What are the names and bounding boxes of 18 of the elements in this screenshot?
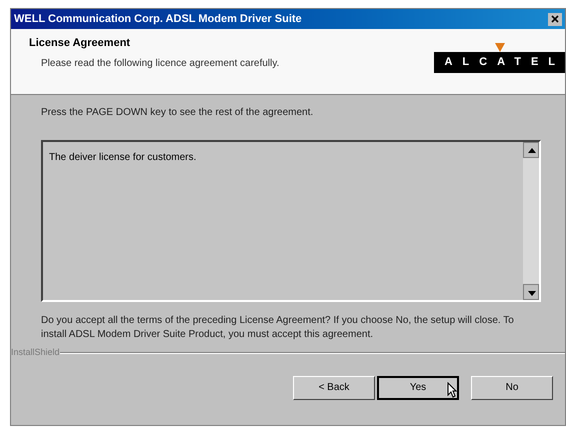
instruction-text: Press the PAGE DOWN key to see the rest of the agreement. [41, 106, 314, 120]
installshield-label: InstallShield [11, 346, 60, 359]
triangle-icon [494, 43, 505, 52]
question-text: Do you accept all the terms of the preceding License Agreement? If you choose No, the setup will close. To install ADSL Modem Driver Suite Product, you must accept this agreement. [41, 314, 515, 342]
cursor-icon [447, 382, 457, 398]
window-title: WELL Communication Corp. ADSL Modem Driver Suite [14, 12, 302, 27]
scroll-up-icon[interactable] [523, 142, 539, 158]
license-text: The deiver license for customers. [48, 151, 198, 165]
dialog-button[interactable]: < Back [293, 376, 375, 400]
dialog-button[interactable]: Yes [377, 376, 459, 400]
header-subtitle: Please read the following licence agreement carefully. [40, 56, 280, 70]
license-textbox[interactable]: The deiver license for customers. [41, 140, 541, 302]
scroll-down-icon[interactable] [523, 284, 539, 300]
close-icon[interactable] [548, 12, 562, 26]
scrollbar[interactable] [523, 142, 539, 300]
brand-logo: ALCATEL [434, 52, 565, 72]
header-title: License Agreement [29, 36, 132, 51]
dialog-button[interactable]: No [471, 376, 553, 400]
